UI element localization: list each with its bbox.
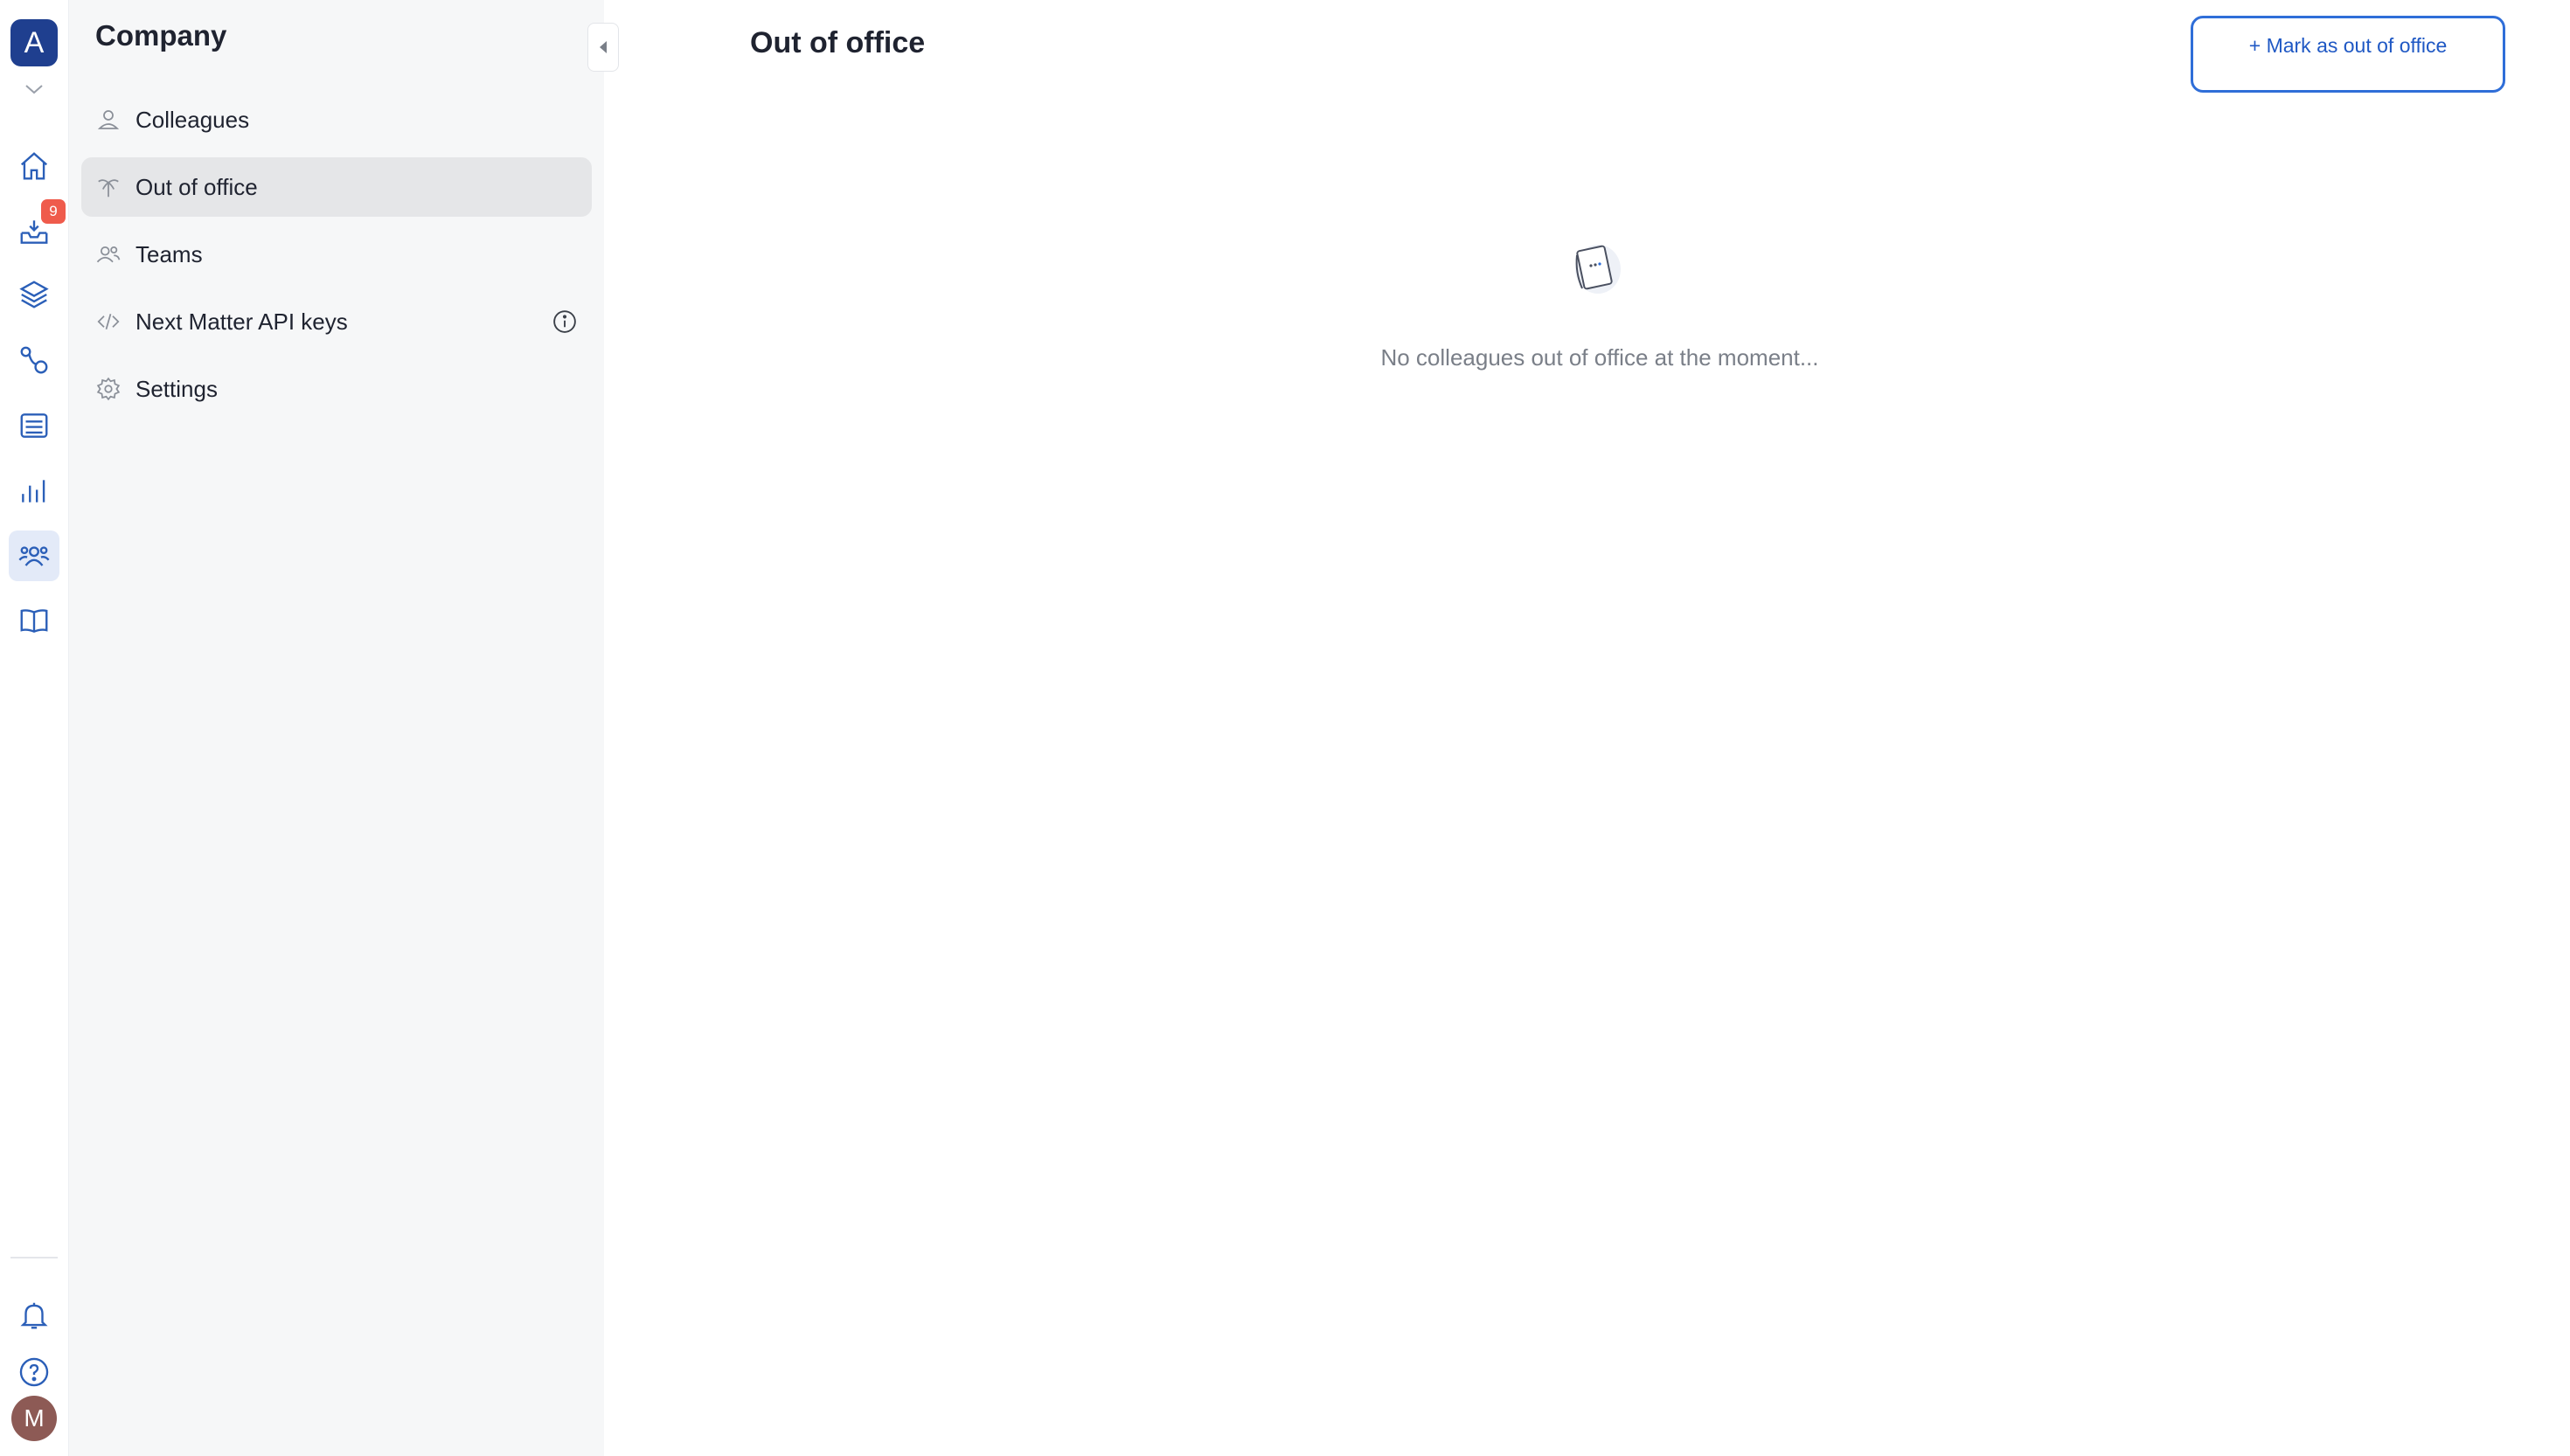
code-icon [95,309,122,335]
rail-notifications[interactable] [9,1290,59,1341]
list-icon [20,413,48,438]
collapse-sidebar-button[interactable] [587,23,619,72]
sidebar-item-teams[interactable]: Teams [81,225,592,284]
rail-company[interactable] [9,530,59,581]
page-title: Out of office [750,26,926,59]
chevron-down-icon[interactable] [21,80,47,98]
sidebar-title: Company [95,19,227,52]
icon-rail: A 9 M [0,0,69,1456]
info-icon[interactable] [552,309,578,335]
sidebar-item-api-keys[interactable]: Next Matter API keys [81,292,592,351]
home-icon [20,152,48,180]
workflow-icon [20,346,48,374]
bar-chart-icon [22,480,45,503]
sidebar-item-label: Settings [135,375,218,402]
rail-divider [10,1257,58,1258]
users-icon [18,546,50,566]
mark-out-of-office-button[interactable]: + Mark as out of office [2191,16,2505,93]
rail-workflows[interactable] [9,335,59,385]
rail-layers[interactable] [9,269,59,320]
rail-docs[interactable] [9,595,59,646]
layers-icon [19,281,49,309]
gear-icon [95,376,122,402]
sidebar-item-label: Out of office [135,173,258,200]
paper-note-icon [1575,245,1621,294]
sidebar-item-colleagues[interactable]: Colleagues [81,90,592,149]
caret-left-icon [600,41,607,53]
bell-icon [20,1302,48,1329]
sidebar-item-settings[interactable]: Settings [81,359,592,419]
rail-help[interactable] [9,1347,59,1397]
rail-analytics[interactable] [9,466,59,517]
workspace-logo[interactable]: A [10,19,58,66]
help-icon [19,1357,49,1387]
book-icon [20,609,48,633]
palm-tree-icon [95,174,122,200]
rail-home[interactable] [9,141,59,191]
sidebar-item-out-of-office[interactable]: Out of office [81,157,592,217]
sidebar-item-label: Colleagues [135,106,250,133]
inbox-count-badge: 9 [41,199,66,224]
user-avatar[interactable]: M [11,1396,57,1441]
empty-state-message: No colleagues out of office at the momen… [1380,344,1819,371]
team-icon [95,241,122,267]
sidebar-item-label: Teams [135,240,203,267]
user-icon [95,107,122,133]
rail-list[interactable] [9,400,59,451]
company-sidebar: Company Colleagues Out of office Teams N… [69,0,604,1456]
sidebar-item-label: Next Matter API keys [135,308,348,335]
